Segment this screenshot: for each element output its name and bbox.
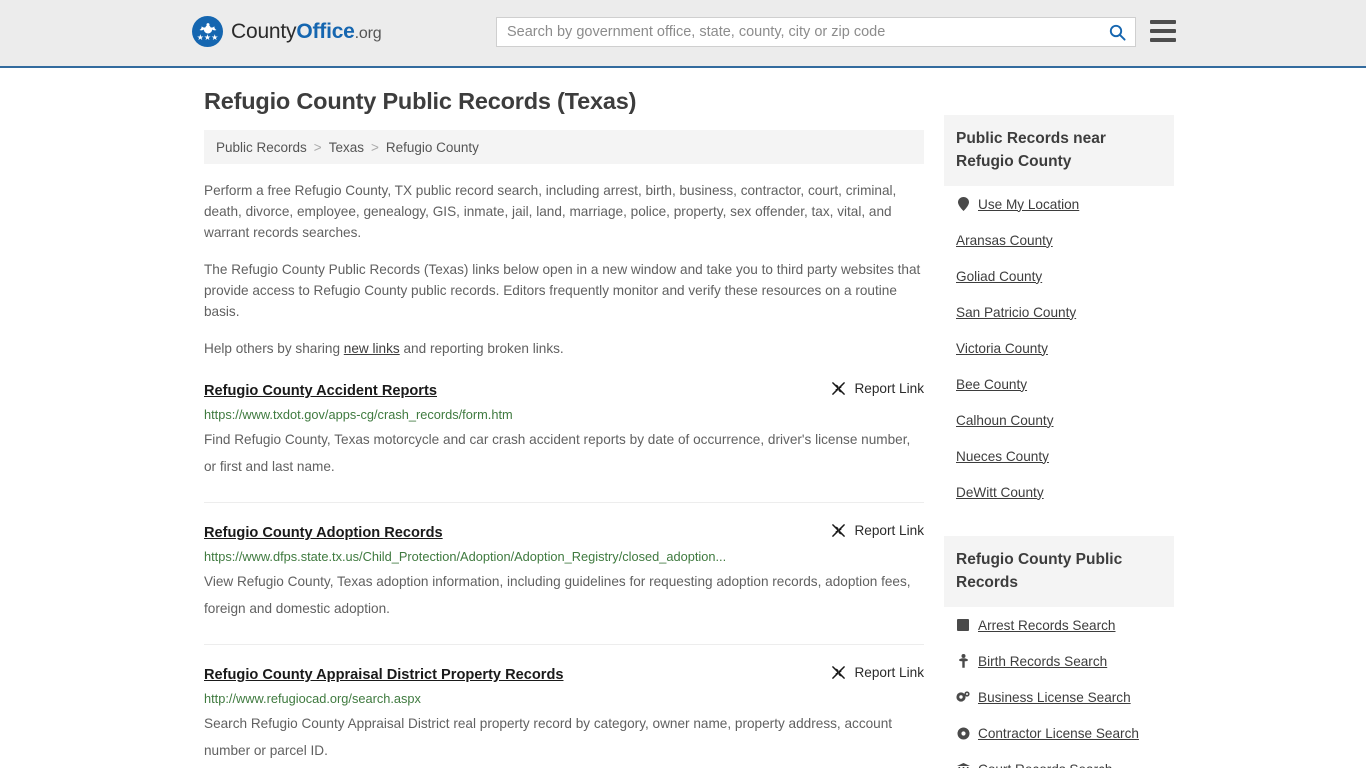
logo-text-tld: .org xyxy=(354,24,382,42)
logo-text-office: Office xyxy=(296,19,355,43)
breadcrumb-separator: > xyxy=(370,139,379,155)
report-link-label: Report Link xyxy=(854,665,924,680)
hamburger-bar xyxy=(1150,29,1176,33)
sidebar: Public Records near Refugio County Use M… xyxy=(944,115,1174,768)
sidebar-item-goliad-county[interactable]: Goliad County xyxy=(944,258,1174,294)
intro-paragraph-2: The Refugio County Public Records (Texas… xyxy=(204,262,921,319)
result-url[interactable]: https://www.txdot.gov/apps-cg/crash_reco… xyxy=(204,406,924,423)
breadcrumb-item-texas[interactable]: Texas xyxy=(329,140,364,155)
result-header: Refugio County Adoption Records Report L… xyxy=(204,523,924,543)
sidebar-item-arrest-records-search[interactable]: Arrest Records Search xyxy=(944,607,1174,643)
hamburger-bar xyxy=(1150,38,1176,42)
result-title-link[interactable]: Refugio County Appraisal District Proper… xyxy=(204,665,564,685)
result-description: Search Refugio County Appraisal District… xyxy=(204,716,893,758)
sidebar-link[interactable]: Court Records Search xyxy=(978,762,1112,768)
sidebar-item-contractor-license-search[interactable]: Contractor License Search xyxy=(944,715,1174,751)
search-input[interactable] xyxy=(497,18,1099,46)
main-column: Public Records > Texas > Refugio County … xyxy=(204,115,924,768)
sidebar-item-aransas-county[interactable]: Aransas County xyxy=(944,222,1174,258)
map-pin-icon xyxy=(956,197,970,211)
sidebar-item-bee-county[interactable]: Bee County xyxy=(944,366,1174,402)
result-item: Refugio County Appraisal District Proper… xyxy=(204,665,924,768)
square-badge-icon xyxy=(956,618,970,632)
result-title-link[interactable]: Refugio County Adoption Records xyxy=(204,523,443,543)
help-suffix: and reporting broken links. xyxy=(399,341,564,356)
breadcrumb-item-public-records[interactable]: Public Records xyxy=(216,140,307,155)
sidebar-nearby-box: Public Records near Refugio County Use M… xyxy=(944,115,1174,510)
sidebar-link[interactable]: Aransas County xyxy=(956,233,1053,248)
gear-icon xyxy=(956,726,970,740)
sidebar-item-use-my-location[interactable]: Use My Location xyxy=(944,186,1174,222)
sidebar-link[interactable]: San Patricio County xyxy=(956,305,1076,320)
sidebar-records-heading: Refugio County Public Records xyxy=(944,536,1174,607)
courthouse-icon xyxy=(956,762,970,768)
result-header: Refugio County Accident Reports Report L… xyxy=(204,381,924,401)
search-button[interactable] xyxy=(1099,18,1135,46)
broken-link-icon xyxy=(832,382,846,395)
result-header: Refugio County Appraisal District Proper… xyxy=(204,665,924,685)
sidebar-link[interactable]: Goliad County xyxy=(956,269,1042,284)
sidebar-item-calhoun-county[interactable]: Calhoun County xyxy=(944,402,1174,438)
logo-wordmark: CountyOffice.org xyxy=(231,19,382,44)
sidebar-link[interactable]: Business License Search xyxy=(978,690,1131,705)
sidebar-link[interactable]: Use My Location xyxy=(978,197,1079,212)
help-prefix: Help others by sharing xyxy=(204,341,344,356)
breadcrumb: Public Records > Texas > Refugio County xyxy=(204,130,924,164)
result-url[interactable]: http://www.refugiocad.org/search.aspx xyxy=(204,690,924,707)
sidebar-link[interactable]: Victoria County xyxy=(956,341,1048,356)
content-row: Public Records > Texas > Refugio County … xyxy=(0,115,1366,768)
logo-text-county: County xyxy=(231,19,297,43)
sidebar-item-dewitt-county[interactable]: DeWitt County xyxy=(944,474,1174,510)
sidebar-link[interactable]: Calhoun County xyxy=(956,413,1054,428)
page-body: Refugio County Public Records (Texas) Pu… xyxy=(0,88,1366,768)
sidebar-link[interactable]: Bee County xyxy=(956,377,1027,392)
gears-icon xyxy=(956,690,970,704)
breadcrumb-item-current: Refugio County xyxy=(385,139,479,155)
sidebar-item-business-license-search[interactable]: Business License Search xyxy=(944,679,1174,715)
sidebar-records-list: Arrest Records Search Birth Records Sear… xyxy=(944,607,1174,768)
site-header: ★★★ CountyOffice.org xyxy=(0,0,1366,68)
report-link-button[interactable]: Report Link xyxy=(815,523,924,538)
results-list: Refugio County Accident Reports Report L… xyxy=(204,381,924,768)
report-link-label: Report Link xyxy=(854,523,924,538)
stars-glyph: ★★★ xyxy=(196,33,219,42)
sidebar-item-court-records-search[interactable]: Court Records Search xyxy=(944,751,1174,768)
site-logo[interactable]: ★★★ CountyOffice.org xyxy=(192,16,382,47)
result-title-link[interactable]: Refugio County Accident Reports xyxy=(204,381,437,401)
new-links-link[interactable]: new links xyxy=(344,341,400,356)
sidebar-link[interactable]: Birth Records Search xyxy=(978,654,1107,669)
result-description: Find Refugio County, Texas motorcycle an… xyxy=(204,432,911,474)
hamburger-bar xyxy=(1150,20,1176,24)
sidebar-link[interactable]: Arrest Records Search xyxy=(978,618,1116,633)
sidebar-item-birth-records-search[interactable]: Birth Records Search xyxy=(944,643,1174,679)
result-url[interactable]: https://www.dfps.state.tx.us/Child_Prote… xyxy=(204,548,924,565)
intro-paragraph-1: Perform a free Refugio County, TX public… xyxy=(204,183,897,240)
eagle-seal-icon: ★★★ xyxy=(192,16,223,47)
result-description: View Refugio County, Texas adoption info… xyxy=(204,574,911,616)
sidebar-link[interactable]: DeWitt County xyxy=(956,485,1044,500)
sidebar-nearby-list: Use My Location Aransas County Goliad Co… xyxy=(944,186,1174,510)
search-bar xyxy=(496,17,1136,47)
report-link-button[interactable]: Report Link xyxy=(815,665,924,680)
sidebar-item-victoria-county[interactable]: Victoria County xyxy=(944,330,1174,366)
report-link-label: Report Link xyxy=(854,381,924,396)
sidebar-link[interactable]: Nueces County xyxy=(956,449,1049,464)
broken-link-icon xyxy=(832,666,846,679)
sidebar-link[interactable]: Contractor License Search xyxy=(978,726,1139,741)
sidebar-item-nueces-county[interactable]: Nueces County xyxy=(944,438,1174,474)
help-paragraph: Help others by sharing new links and rep… xyxy=(204,338,924,359)
search-icon xyxy=(1109,24,1126,41)
sidebar-nearby-heading: Public Records near Refugio County xyxy=(944,115,1174,186)
page-title: Refugio County Public Records (Texas) xyxy=(204,88,637,114)
breadcrumb-separator: > xyxy=(313,139,322,155)
sidebar-item-san-patricio-county[interactable]: San Patricio County xyxy=(944,294,1174,330)
hamburger-menu-icon[interactable] xyxy=(1150,20,1176,42)
sidebar-records-box: Refugio County Public Records Arrest Rec… xyxy=(944,536,1174,768)
broken-link-icon xyxy=(832,524,846,537)
result-item: Refugio County Adoption Records Report L… xyxy=(204,523,924,645)
baby-icon xyxy=(956,654,970,668)
report-link-button[interactable]: Report Link xyxy=(815,381,924,396)
result-item: Refugio County Accident Reports Report L… xyxy=(204,381,924,503)
